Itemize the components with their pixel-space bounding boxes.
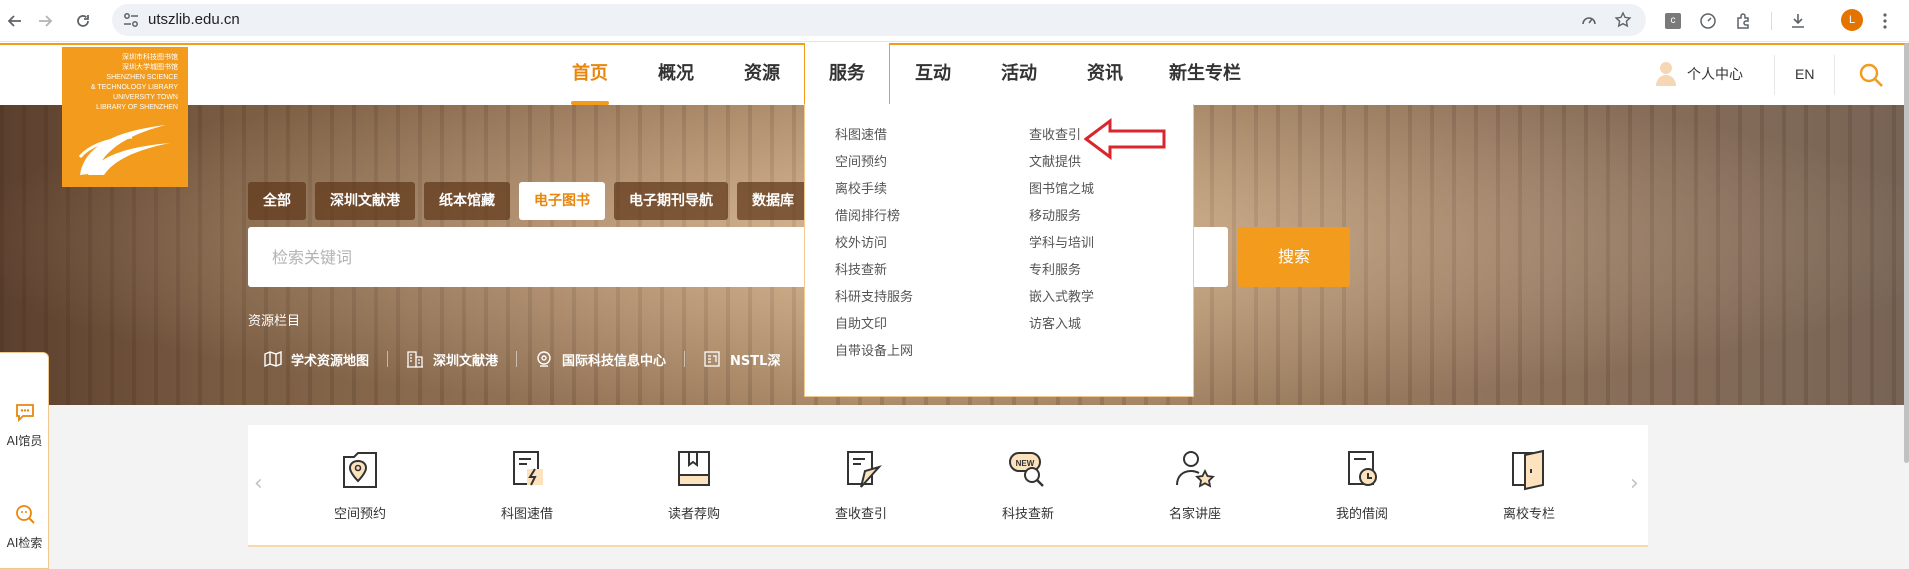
resource-shenzhen-literature[interactable]: 深圳文献港: [406, 350, 498, 369]
recommend-book-icon: [678, 451, 710, 486]
ai-search-icon: [15, 505, 35, 524]
language-switch[interactable]: EN: [1795, 43, 1814, 105]
citation-search-icon: [847, 451, 883, 488]
resource-divider: [387, 351, 389, 367]
menu-item-offcampus-access[interactable]: 校外访问: [835, 230, 913, 257]
tab-shenzhen-literature[interactable]: 深圳文献港: [315, 182, 415, 220]
quick-item-citation-search[interactable]: 查收查引: [801, 447, 921, 522]
extension-gauge-icon[interactable]: [1697, 10, 1719, 32]
chat-bubble-icon: [15, 404, 34, 423]
forward-icon[interactable]: [32, 8, 58, 34]
resources-row: 学术资源地图 深圳文献港 国际科技信息中心 NSTL深: [264, 347, 780, 371]
resources-title: 资源栏目: [248, 314, 301, 329]
profile-avatar[interactable]: L: [1841, 9, 1863, 31]
tab-databases[interactable]: 数据库: [737, 182, 809, 220]
menu-item-subject-training[interactable]: 学科与培训: [1029, 230, 1094, 257]
nav-overview[interactable]: 概况: [648, 43, 704, 105]
address-bar[interactable]: utszlib.edu.cn: [112, 4, 1646, 36]
toolbar-divider: [1771, 12, 1772, 30]
back-icon[interactable]: [2, 8, 28, 34]
search-icon[interactable]: [1858, 62, 1884, 88]
lecture-icon: [1176, 451, 1215, 488]
nav-activities[interactable]: 活动: [991, 43, 1047, 105]
leave-school-icon: [1512, 449, 1544, 491]
menu-item-leave-procedure[interactable]: 离校手续: [835, 176, 913, 203]
nav-home[interactable]: 首页: [562, 43, 618, 105]
menu-item-visitor-entry[interactable]: 访客入城: [1029, 311, 1094, 338]
tab-ejournals[interactable]: 电子期刊导航: [614, 182, 728, 220]
space-booking-icon: [343, 452, 377, 488]
resource-nstl[interactable]: NSTL深: [703, 350, 780, 369]
quick-item-my-borrow[interactable]: 我的借阅: [1302, 447, 1422, 522]
quick-item-quick-borrow[interactable]: 科图速借: [467, 447, 587, 522]
building-icon: [407, 351, 424, 368]
bookmark-star-icon[interactable]: [1614, 11, 1632, 29]
url-text: utszlib.edu.cn: [148, 11, 240, 28]
nav-services[interactable]: 服务: [804, 43, 890, 105]
ai-librarian-button[interactable]: AI馆员: [0, 401, 49, 449]
header-divider: [1774, 55, 1775, 95]
menu-item-novelty-search[interactable]: 科技查新: [835, 257, 913, 284]
user-center-link[interactable]: 个人中心: [1655, 43, 1743, 105]
menu-item-library-city[interactable]: 图书馆之城: [1029, 176, 1094, 203]
quick-borrow-icon: [513, 451, 543, 486]
menu-item-self-print[interactable]: 自助文印: [835, 311, 913, 338]
menu-kebab-icon[interactable]: [1874, 10, 1896, 32]
tab-print-collection[interactable]: 纸本馆藏: [424, 182, 510, 220]
browser-toolbar: utszlib.edu.cn c L: [0, 0, 1909, 42]
quick-services-bar: ‹ › 空间预约 科图速借 读者荐购 查收查引 NEW 科技查新 名家讲座 我的…: [248, 425, 1648, 547]
site-info-icon[interactable]: [122, 11, 140, 29]
menu-item-byod-internet[interactable]: 自带设备上网: [835, 338, 913, 365]
quick-item-space-booking[interactable]: 空间预约: [300, 447, 420, 522]
library-logo[interactable]: 深圳市科技图书馆 深圳大学城图书馆 SHENZHEN SCIENCE & TEC…: [62, 47, 188, 187]
nav-resources[interactable]: 资源: [734, 43, 790, 105]
logo-text: 深圳市科技图书馆 深圳大学城图书馆 SHENZHEN SCIENCE & TEC…: [90, 54, 178, 111]
novelty-search-icon: NEW: [1009, 452, 1044, 487]
red-arrow-annotation-icon: [1084, 118, 1166, 160]
quick-item-novelty-search[interactable]: NEW 科技查新: [968, 447, 1088, 522]
resource-academic-map[interactable]: 学术资源地图: [264, 350, 369, 369]
nav-news[interactable]: 资讯: [1077, 43, 1133, 105]
tab-ebooks[interactable]: 电子图书: [519, 182, 605, 220]
logo-swoosh-icon: [78, 125, 170, 175]
tab-all[interactable]: 全部: [248, 182, 306, 220]
quick-prev-arrow[interactable]: ‹: [254, 471, 263, 496]
quick-item-lecture[interactable]: 名家讲座: [1135, 447, 1255, 522]
resource-divider: [684, 351, 686, 367]
menu-item-research-support[interactable]: 科研支持服务: [835, 284, 913, 311]
svg-text:NEW: NEW: [1016, 459, 1035, 468]
header-divider: [1834, 55, 1835, 95]
resource-divider: [516, 351, 518, 367]
extensions-puzzle-icon[interactable]: [1733, 10, 1755, 32]
menu-item-embedded-teaching[interactable]: 嵌入式教学: [1029, 284, 1094, 311]
reload-icon[interactable]: [70, 8, 96, 34]
search-button[interactable]: 搜索: [1238, 227, 1350, 287]
ai-search-button[interactable]: AI检索: [0, 503, 49, 551]
menu-item-space-booking[interactable]: 空间预约: [835, 149, 913, 176]
search-scope-tabs: 全部 深圳文献港 纸本馆藏 电子图书 电子期刊导航 数据库: [248, 182, 809, 220]
quick-next-arrow[interactable]: ›: [1630, 471, 1639, 496]
resource-intl-info-center[interactable]: 国际科技信息中心: [535, 350, 666, 369]
page-scrollbar[interactable]: [1904, 43, 1909, 463]
user-center-label: 个人中心: [1687, 67, 1743, 83]
nstl-icon: [704, 351, 720, 367]
ai-side-panel: AI馆员 AI检索: [0, 352, 49, 569]
quick-item-leave-school[interactable]: 离校专栏: [1469, 447, 1589, 522]
menu-item-borrow-ranking[interactable]: 借阅排行榜: [835, 203, 913, 230]
extension-c-icon[interactable]: c: [1662, 10, 1684, 32]
nav-freshmen[interactable]: 新生专栏: [1163, 43, 1247, 105]
services-column-left: 科图速借 空间预约 离校手续 借阅排行榜 校外访问 科技查新 科研支持服务 自助…: [835, 122, 913, 365]
map-icon: [264, 351, 282, 367]
menu-item-patent-service[interactable]: 专利服务: [1029, 257, 1094, 284]
location-icon: [537, 351, 551, 367]
nav-interaction[interactable]: 互动: [905, 43, 961, 105]
quick-item-recommend[interactable]: 读者荐购: [634, 447, 754, 522]
my-borrow-icon: [1348, 451, 1377, 486]
menu-item-mobile-service[interactable]: 移动服务: [1029, 203, 1094, 230]
user-icon: [1656, 62, 1676, 86]
menu-item-quick-borrow[interactable]: 科图速借: [835, 122, 913, 149]
download-icon[interactable]: [1787, 10, 1809, 32]
performance-icon[interactable]: [1580, 11, 1598, 29]
